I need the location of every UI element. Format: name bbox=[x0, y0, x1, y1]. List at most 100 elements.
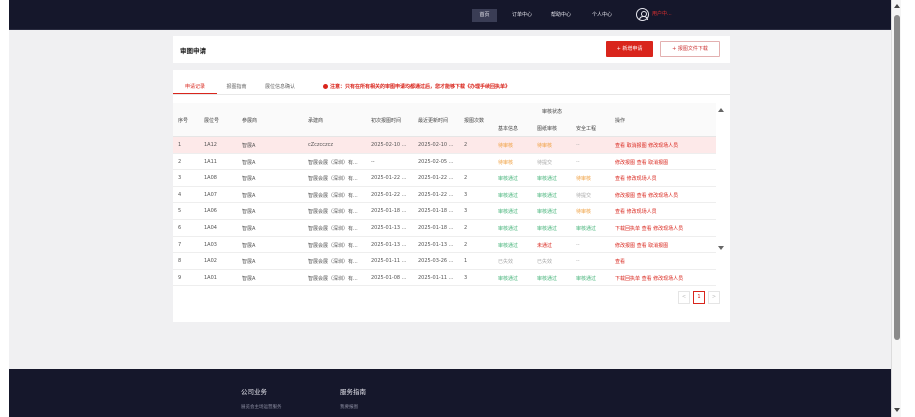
scroll-down-arrow-icon[interactable] bbox=[894, 408, 900, 412]
cell-actions[interactable]: 修改报图 查看 修改现场人员 bbox=[615, 192, 715, 199]
cell-safety: -- bbox=[576, 142, 580, 148]
cell-basic: 审核通过 bbox=[498, 176, 519, 183]
cell-last: 2025-02-10 ... bbox=[418, 142, 454, 148]
main-content-card: 申请记录 报图指南 展位信息确认 注意：只有在所有相关的审图申请均都通过后，您才… bbox=[173, 70, 730, 322]
tab-application-records[interactable]: 申请记录 bbox=[173, 80, 217, 94]
nav-help-center[interactable]: 帮助中心 bbox=[546, 9, 576, 22]
user-name[interactable]: 用户中... bbox=[652, 10, 672, 17]
cell-drawing: 待审核 bbox=[537, 143, 553, 149]
cell-seq: 4 bbox=[178, 191, 182, 198]
cell-actions[interactable]: 下载回执单 查看 修改现场人员 bbox=[615, 225, 715, 232]
page-title: 审图申请 bbox=[180, 47, 206, 55]
cell-seq: 7 bbox=[178, 241, 182, 248]
cell-count: 3 bbox=[464, 274, 468, 281]
col-last-update: 最近更新时间 bbox=[418, 118, 449, 124]
download-drawing-files-button[interactable]: + 报图文件下载 bbox=[660, 41, 720, 57]
top-navbar: 首页 订单中心 帮助中心 个人中心 用户中... bbox=[9, 0, 891, 30]
cell-actions[interactable]: 修改报图 查看 取消报图 bbox=[615, 159, 715, 166]
table-row[interactable]: 5 1A06 智展A 智展会展（深圳）有... 2025-01-18 ... 2025-0… bbox=[173, 203, 716, 220]
cell-builder: 智展会展（深圳）有... bbox=[308, 242, 358, 249]
pagination-prev-button[interactable]: < bbox=[678, 291, 690, 304]
page-scrollbar[interactable] bbox=[891, 0, 901, 417]
cell-builder: 智展会展（深圳）有... bbox=[308, 176, 358, 183]
col-drawing-review: 图纸审核 bbox=[537, 126, 558, 132]
cell-first: 2025-01-22 ... bbox=[371, 175, 407, 182]
nav-personal-center[interactable]: 个人中心 bbox=[587, 9, 617, 22]
cell-count: 2 bbox=[464, 225, 468, 231]
table-row[interactable]: 6 1A04 智展A 智展会展（深圳）有... 2025-01-13 ... 2025-0… bbox=[173, 220, 716, 237]
cell-seq: 3 bbox=[178, 175, 182, 182]
cell-last: 2025-01-22 ... bbox=[418, 191, 454, 198]
footer-service-link[interactable]: 我要报图 bbox=[340, 404, 358, 410]
cell-drawing: 审核通过 bbox=[537, 226, 558, 232]
cell-last: 2025-01-22 ... bbox=[418, 175, 454, 182]
cell-last: 2025-01-11 ... bbox=[418, 274, 454, 281]
cell-safety: 审核通过 bbox=[576, 226, 597, 232]
cell-basic: 审核通过 bbox=[498, 192, 519, 199]
col-first-time: 初次报图时间 bbox=[371, 118, 402, 124]
cell-basic: 已失效 bbox=[498, 259, 514, 266]
col-actions: 操作 bbox=[615, 118, 626, 124]
cell-safety: 待提交 bbox=[576, 192, 592, 199]
cell-seq: 6 bbox=[178, 225, 182, 231]
tab-drawing-guide[interactable]: 报图指南 bbox=[218, 80, 255, 94]
nav-order-center[interactable]: 订单中心 bbox=[507, 9, 537, 22]
cell-actions[interactable]: 查看 修改现场人员 bbox=[615, 208, 715, 215]
table-row[interactable]: 8 1A02 智展A 智展会展（深圳）有... 2025-01-11 ... 2025-0… bbox=[173, 253, 716, 270]
col-exhibitor: 参展商 bbox=[242, 118, 258, 124]
table-row[interactable]: 3 1A08 智展A 智展会展（深圳）有... 2025-01-22 ... 2025-0… bbox=[173, 170, 716, 187]
cell-exhibitor: 智展A bbox=[242, 242, 256, 249]
nav-home[interactable]: 首页 bbox=[472, 9, 497, 22]
cell-actions[interactable]: 查看 取消报图 修改现场人员 bbox=[615, 142, 715, 149]
cell-last: 2025-01-18 ... bbox=[418, 225, 454, 231]
cell-last: 2025-03-26 ... bbox=[418, 258, 454, 265]
cell-seq: 5 bbox=[178, 208, 182, 215]
cell-basic: 审核通过 bbox=[498, 242, 519, 249]
tab-booth-info-confirm[interactable]: 展位信息确认 bbox=[257, 80, 303, 94]
page-header: 审图申请 + 新增申请 + 报图文件下载 bbox=[173, 36, 730, 63]
cell-drawing: 待提交 bbox=[537, 159, 553, 166]
cell-booth: 1A12 bbox=[204, 142, 217, 148]
table-row[interactable]: 4 1A07 智展A 智展会展（深圳）有... 2025-01-22 ... 2025-0… bbox=[173, 187, 716, 204]
table-row[interactable]: 7 1A03 智展A 智展会展（深圳）有... 2025-01-13 ... 2025-0… bbox=[173, 237, 716, 254]
cell-first: -- bbox=[371, 158, 375, 165]
user-avatar-icon[interactable] bbox=[636, 8, 649, 21]
cell-builder: 智展会展（深圳）有... bbox=[308, 159, 358, 166]
cell-actions[interactable]: 查看 修改现场人员 bbox=[615, 175, 715, 182]
cell-booth: 1A06 bbox=[204, 208, 217, 215]
footer-service-title: 服务指南 bbox=[340, 388, 366, 396]
cell-drawing: 审核通过 bbox=[537, 209, 558, 216]
scroll-up-arrow-icon[interactable] bbox=[894, 4, 900, 8]
cell-first: 2025-01-11 ... bbox=[371, 258, 407, 265]
scrollbar-thumb[interactable] bbox=[894, 15, 900, 340]
cell-exhibitor: 智展A bbox=[242, 143, 256, 149]
col-review-status: 审核状态 bbox=[542, 109, 563, 115]
cell-actions[interactable]: 修改报图 查看 取消报图 bbox=[615, 242, 715, 249]
cell-exhibitor: 智展A bbox=[242, 259, 256, 266]
cell-actions[interactable]: 下载回执单 查看 修改现场人员 bbox=[615, 275, 715, 282]
pagination-next-button[interactable]: > bbox=[708, 291, 720, 304]
table-header: 序号 展位号 参展商 承建商 初次报图时间 最近更新时间 报图次数 审核状态 基… bbox=[173, 103, 716, 137]
cell-first: 2025-01-13 ... bbox=[371, 225, 407, 231]
cell-builder: cZczcczcz bbox=[308, 142, 334, 148]
cell-drawing: 审核通过 bbox=[537, 192, 558, 199]
notice-text: 注意：只有在所有相关的审图申请均都通过后，您才能够下载《办理手续回执单》 bbox=[330, 84, 511, 90]
new-application-button[interactable]: + 新增申请 bbox=[606, 41, 653, 57]
pagination-page-1[interactable]: 1 bbox=[693, 291, 705, 304]
table-scroll-down-icon[interactable] bbox=[718, 246, 724, 250]
cell-exhibitor: 智展A bbox=[242, 226, 256, 232]
cell-count: 2 bbox=[464, 175, 468, 182]
cell-actions[interactable]: 查看 bbox=[615, 258, 715, 265]
cell-basic: 待审核 bbox=[498, 143, 514, 149]
cell-booth: 1A11 bbox=[204, 158, 217, 165]
col-basic-info: 基本信息 bbox=[498, 126, 519, 132]
table-row[interactable]: 1 1A12 智展A cZczcczcz 2025-02-10 ... 2025-02-1… bbox=[173, 137, 716, 154]
cell-count: 1 bbox=[464, 258, 468, 265]
cell-builder: 智展会展（深圳）有... bbox=[308, 192, 358, 199]
cell-count: 3 bbox=[464, 191, 468, 198]
footer-business-link[interactable]: 展览会主场运营服务 bbox=[241, 404, 282, 410]
notice-banner: 注意：只有在所有相关的审图申请均都通过后，您才能够下载《办理手续回执单》 bbox=[323, 83, 510, 90]
table-row[interactable]: 2 1A11 智展A 智展会展（深圳）有... -- 2025-02-05 ... 待审核 待… bbox=[173, 154, 716, 171]
table-scroll-up-icon[interactable] bbox=[718, 108, 724, 112]
table-row[interactable]: 9 1A01 智展A 智展会展（深圳）有... 2025-01-08 ... 2025-0… bbox=[173, 270, 716, 287]
